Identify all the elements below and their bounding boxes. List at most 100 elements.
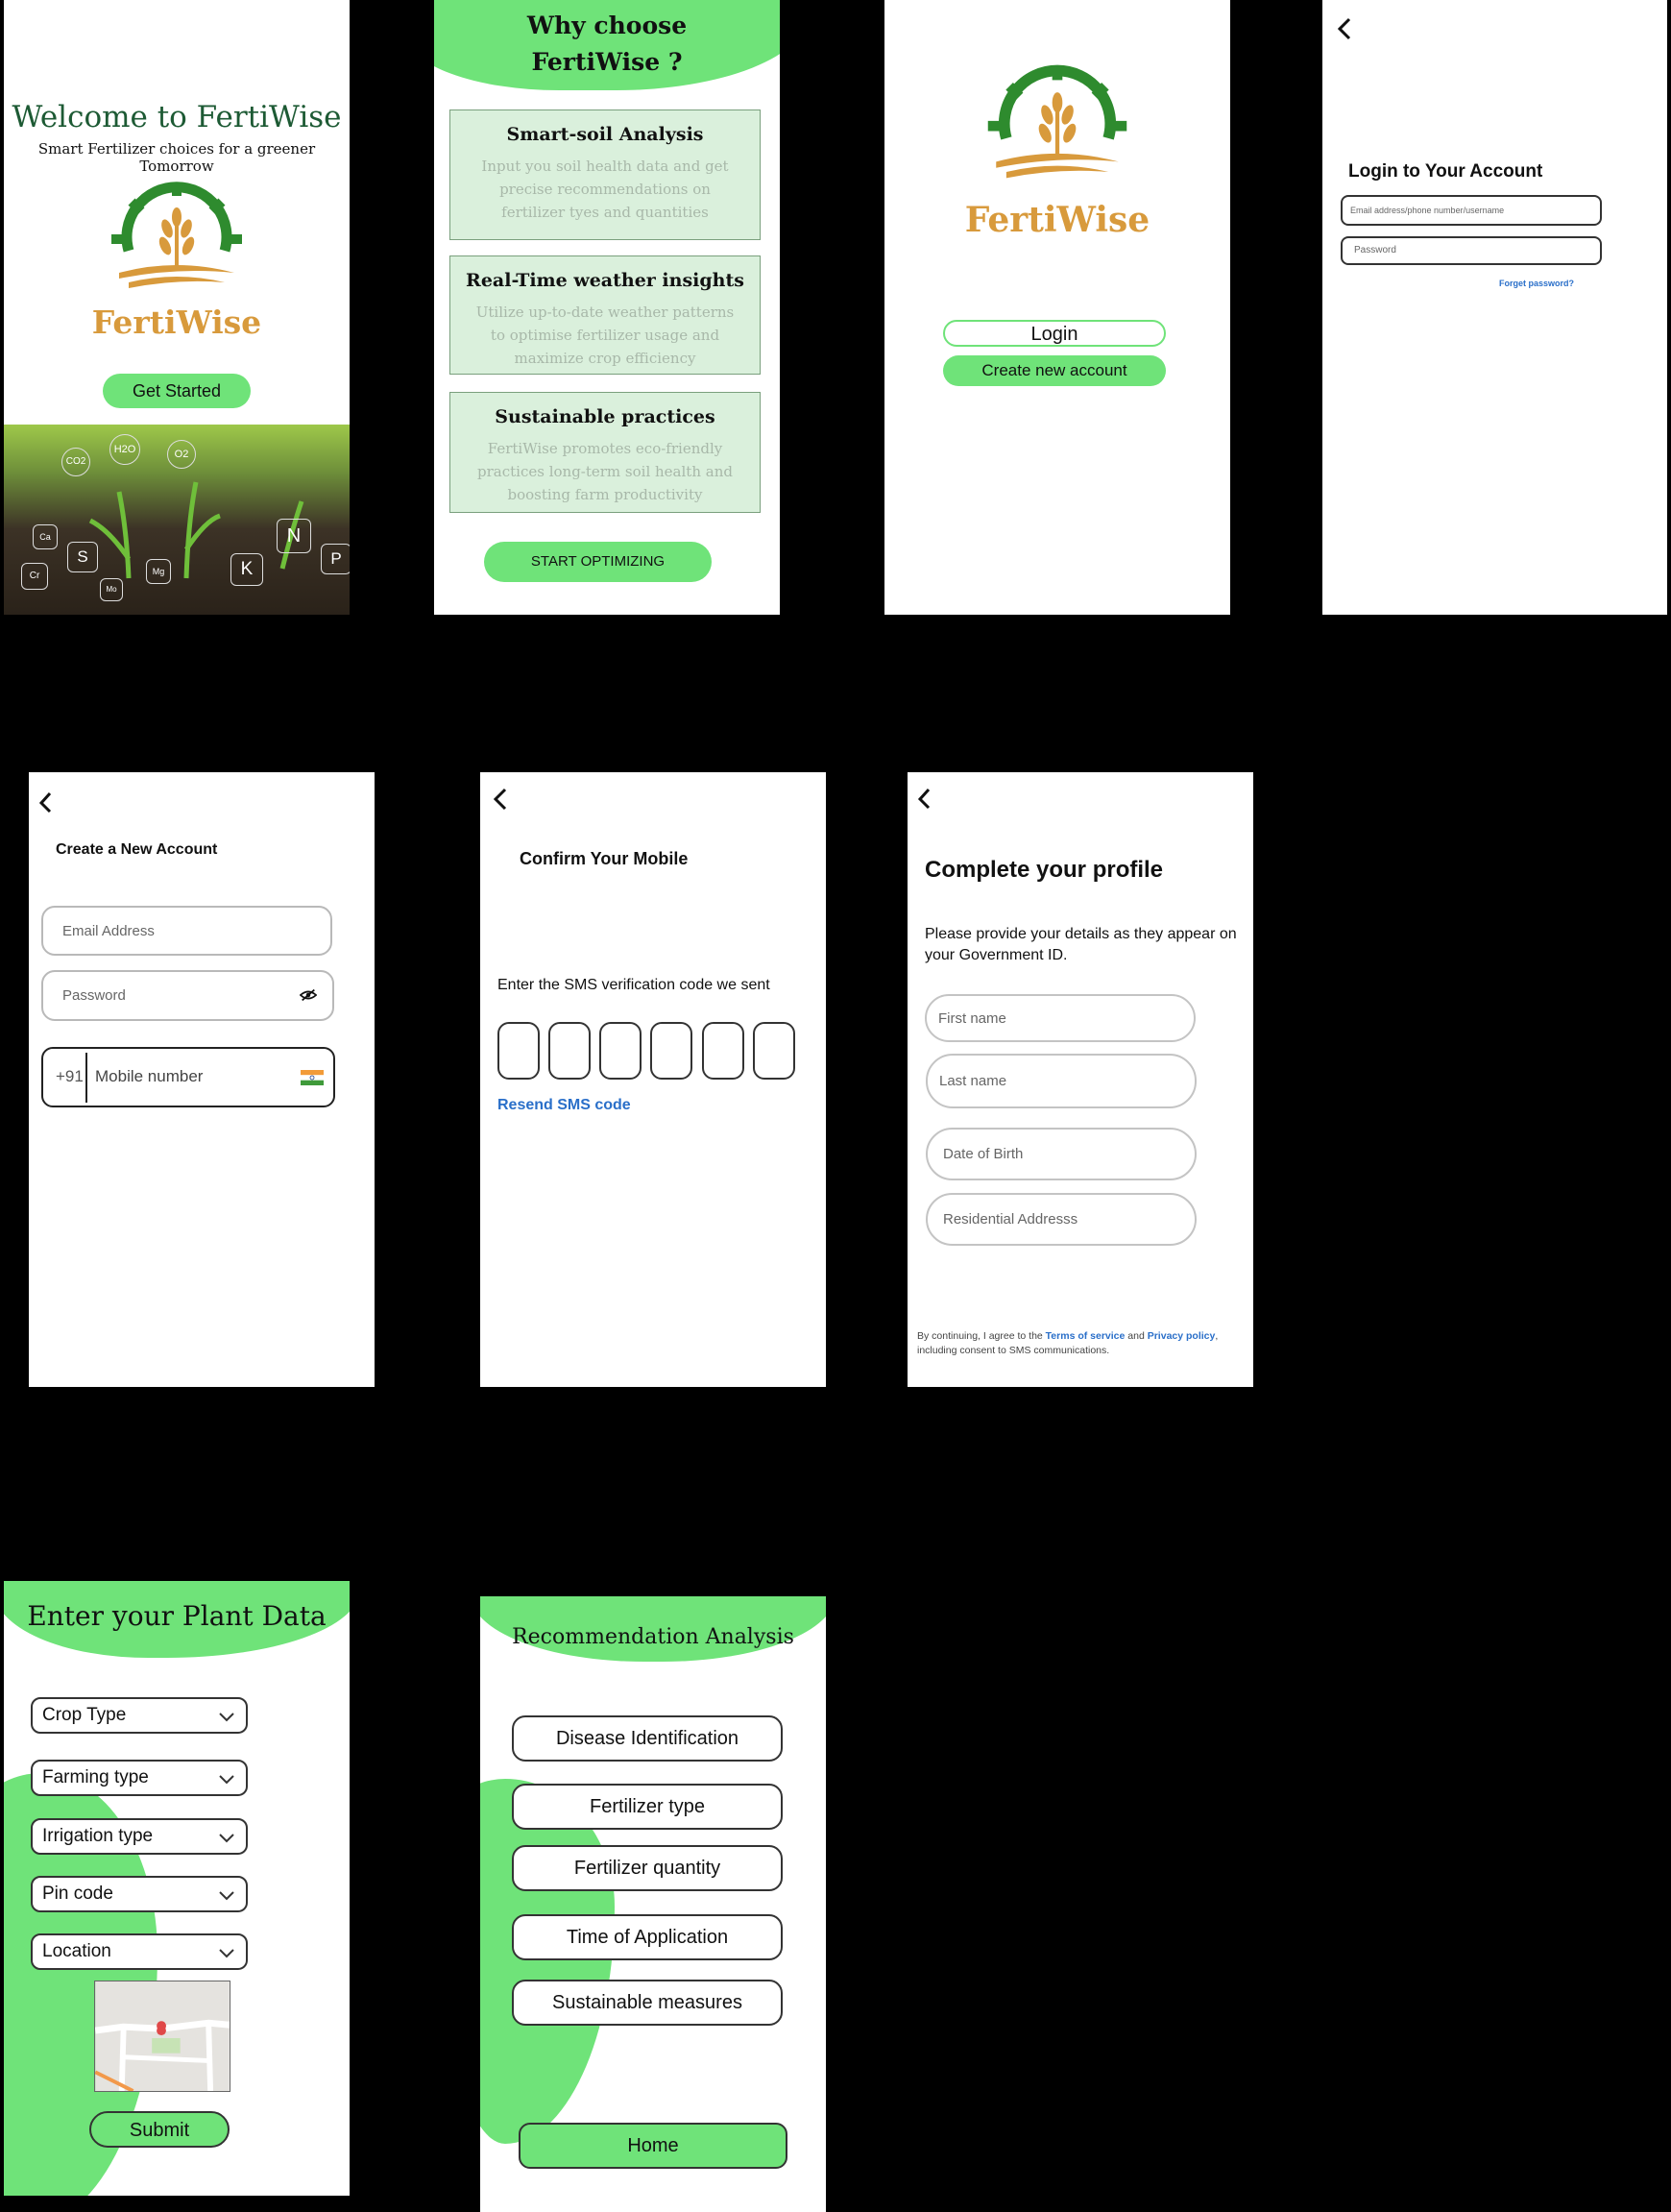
feature-text: Utilize up-to-date weather patterns to o… bbox=[475, 304, 735, 367]
confirm-title: Confirm Your Mobile bbox=[520, 849, 689, 868]
last-name-field[interactable]: Last name bbox=[926, 1054, 1197, 1108]
email-field[interactable]: Email Address bbox=[41, 906, 332, 956]
feature-title: Smart-soil Analysis bbox=[506, 124, 704, 145]
india-flag-icon bbox=[301, 1070, 324, 1085]
resend-sms-link[interactable]: Resend SMS code bbox=[497, 1097, 631, 1114]
chem-p-label: P bbox=[321, 544, 350, 574]
login-screen: Login to Your Account Email address/phon… bbox=[1322, 0, 1667, 615]
chem-k-label: K bbox=[230, 553, 263, 586]
welcome-title: Welcome to FertiWise bbox=[12, 100, 342, 134]
mobile-placeholder: Mobile number bbox=[95, 1067, 204, 1085]
login-id-input[interactable]: Email address/phone number/username bbox=[1341, 195, 1602, 226]
password-field[interactable]: Password bbox=[41, 970, 334, 1021]
location-map[interactable] bbox=[94, 1981, 230, 2092]
create-account-button[interactable]: Create new account bbox=[943, 355, 1166, 386]
back-arrow-icon[interactable] bbox=[29, 782, 67, 820]
login-password-input[interactable]: Password bbox=[1341, 236, 1602, 265]
submit-button[interactable]: Submit bbox=[89, 2111, 230, 2148]
disease-identification-button[interactable]: Disease Identification bbox=[512, 1715, 783, 1762]
confirm-mobile-screen: Confirm Your Mobile Enter the SMS verifi… bbox=[480, 772, 826, 1387]
location-dropdown[interactable]: Location bbox=[31, 1933, 248, 1970]
chem-o2-label: O2 bbox=[167, 440, 196, 469]
welcome-subtitle: Smart Fertilizer choices for a greener T… bbox=[37, 140, 316, 175]
dropdown-label: Crop Type bbox=[42, 1705, 127, 1725]
feature-title: Real-Time weather insights bbox=[466, 270, 744, 291]
fertiwise-logo bbox=[987, 64, 1127, 179]
otp-digit-2[interactable] bbox=[548, 1022, 591, 1080]
chem-co2-label: CO2 bbox=[61, 448, 90, 476]
chem-ca-label: Ca bbox=[33, 524, 58, 549]
time-of-application-button[interactable]: Time of Application bbox=[512, 1914, 783, 1960]
welcome-screen: Welcome to FertiWise Smart Fertilizer ch… bbox=[4, 0, 350, 615]
fertiwise-logo bbox=[111, 182, 242, 288]
terms-of-service-link[interactable]: Terms of service bbox=[1046, 1330, 1126, 1342]
start-optimizing-button[interactable]: START OPTIMIZING bbox=[484, 542, 712, 582]
back-arrow-icon[interactable] bbox=[908, 778, 946, 816]
legal-prefix: By continuing, I agree to the bbox=[917, 1330, 1046, 1342]
chem-n-label: N bbox=[277, 519, 311, 553]
feature-card-weather: Real-Time weather insights Utilize up-to… bbox=[449, 255, 761, 375]
crop-type-dropdown[interactable]: Crop Type bbox=[31, 1697, 248, 1734]
privacy-policy-link[interactable]: Privacy policy bbox=[1148, 1330, 1216, 1342]
legal-and: and bbox=[1125, 1330, 1148, 1342]
first-name-field[interactable]: First name bbox=[925, 994, 1196, 1042]
otp-digit-4[interactable] bbox=[650, 1022, 692, 1080]
back-arrow-icon[interactable] bbox=[482, 778, 521, 816]
brand-name: FertiWise bbox=[964, 200, 1150, 240]
dob-field[interactable]: Date of Birth bbox=[926, 1128, 1197, 1180]
chevron-down-icon bbox=[219, 1834, 234, 1843]
field-divider bbox=[85, 1053, 87, 1103]
fertilizer-quantity-button[interactable]: Fertilizer quantity bbox=[512, 1845, 783, 1891]
address-field[interactable]: Residential Addresss bbox=[926, 1193, 1197, 1246]
chevron-down-icon bbox=[219, 1775, 234, 1785]
otp-digit-6[interactable] bbox=[753, 1022, 795, 1080]
login-button[interactable]: Login bbox=[943, 320, 1166, 347]
recommend-side-blob bbox=[480, 1779, 615, 2144]
landing-screen: FertiWise Login Create new account bbox=[884, 0, 1230, 615]
feature-text: FertiWise promotes eco-friendly practice… bbox=[477, 440, 733, 503]
sustainable-measures-button[interactable]: Sustainable measures bbox=[512, 1980, 783, 2026]
eye-hidden-icon[interactable] bbox=[300, 988, 317, 1002]
country-code[interactable]: +91 bbox=[56, 1067, 84, 1086]
farming-type-dropdown[interactable]: Farming type bbox=[31, 1760, 248, 1796]
pin-code-dropdown[interactable]: Pin code bbox=[31, 1876, 248, 1912]
chem-cr-label: Cr bbox=[21, 563, 48, 590]
chevron-down-icon bbox=[219, 1891, 234, 1901]
chem-h2o-label: H2O bbox=[109, 434, 140, 465]
profile-instruction: Please provide your details as they appe… bbox=[925, 926, 1237, 963]
chevron-down-icon bbox=[219, 1713, 234, 1722]
back-arrow-icon[interactable] bbox=[1326, 8, 1365, 46]
chem-mg-label: Mg bbox=[146, 559, 171, 584]
dropdown-label: Pin code bbox=[42, 1884, 113, 1904]
dropdown-label: Farming type bbox=[42, 1767, 149, 1787]
feature-text: Input you soil health data and get preci… bbox=[481, 158, 729, 221]
recommend-title: Recommendation Analysis bbox=[512, 1625, 794, 1649]
home-button[interactable]: Home bbox=[519, 2123, 787, 2169]
irrigation-type-dropdown[interactable]: Irrigation type bbox=[31, 1818, 248, 1855]
recommendation-screen: Recommendation Analysis Home bbox=[480, 1596, 826, 2212]
why-title-line2: FertiWise ? bbox=[531, 48, 683, 76]
profile-title: Complete your profile bbox=[925, 857, 1164, 883]
otp-digit-5[interactable] bbox=[702, 1022, 744, 1080]
brand-name: FertiWise bbox=[91, 304, 262, 341]
chem-mo-label: Mo bbox=[100, 578, 123, 601]
otp-digit-3[interactable] bbox=[599, 1022, 642, 1080]
forgot-password-link[interactable]: Forget password? bbox=[1499, 279, 1574, 288]
mobile-field[interactable]: +91 Mobile number bbox=[41, 1047, 335, 1107]
plant-title: Enter your Plant Data bbox=[27, 1600, 327, 1632]
fertilizer-type-button[interactable]: Fertilizer type bbox=[512, 1784, 783, 1830]
feature-card-soil: Smart-soil Analysis Input you soil healt… bbox=[449, 109, 761, 240]
dropdown-label: Location bbox=[42, 1941, 111, 1961]
create-account-title: Create a New Account bbox=[56, 841, 218, 858]
chevron-down-icon bbox=[219, 1949, 234, 1958]
why-title-line1: Why choose bbox=[526, 12, 688, 39]
feature-card-sustainable: Sustainable practices FertiWise promotes… bbox=[449, 392, 761, 513]
feature-title: Sustainable practices bbox=[495, 406, 715, 427]
confirm-instruction: Enter the SMS verification code we sent bbox=[497, 977, 770, 993]
dropdown-label: Irrigation type bbox=[42, 1826, 154, 1846]
password-placeholder: Password bbox=[62, 987, 126, 1004]
login-title: Login to Your Account bbox=[1348, 161, 1543, 182]
get-started-button[interactable]: Get Started bbox=[103, 374, 251, 408]
legal-text: By continuing, I agree to the Terms of s… bbox=[917, 1329, 1248, 1358]
otp-digit-1[interactable] bbox=[497, 1022, 540, 1080]
